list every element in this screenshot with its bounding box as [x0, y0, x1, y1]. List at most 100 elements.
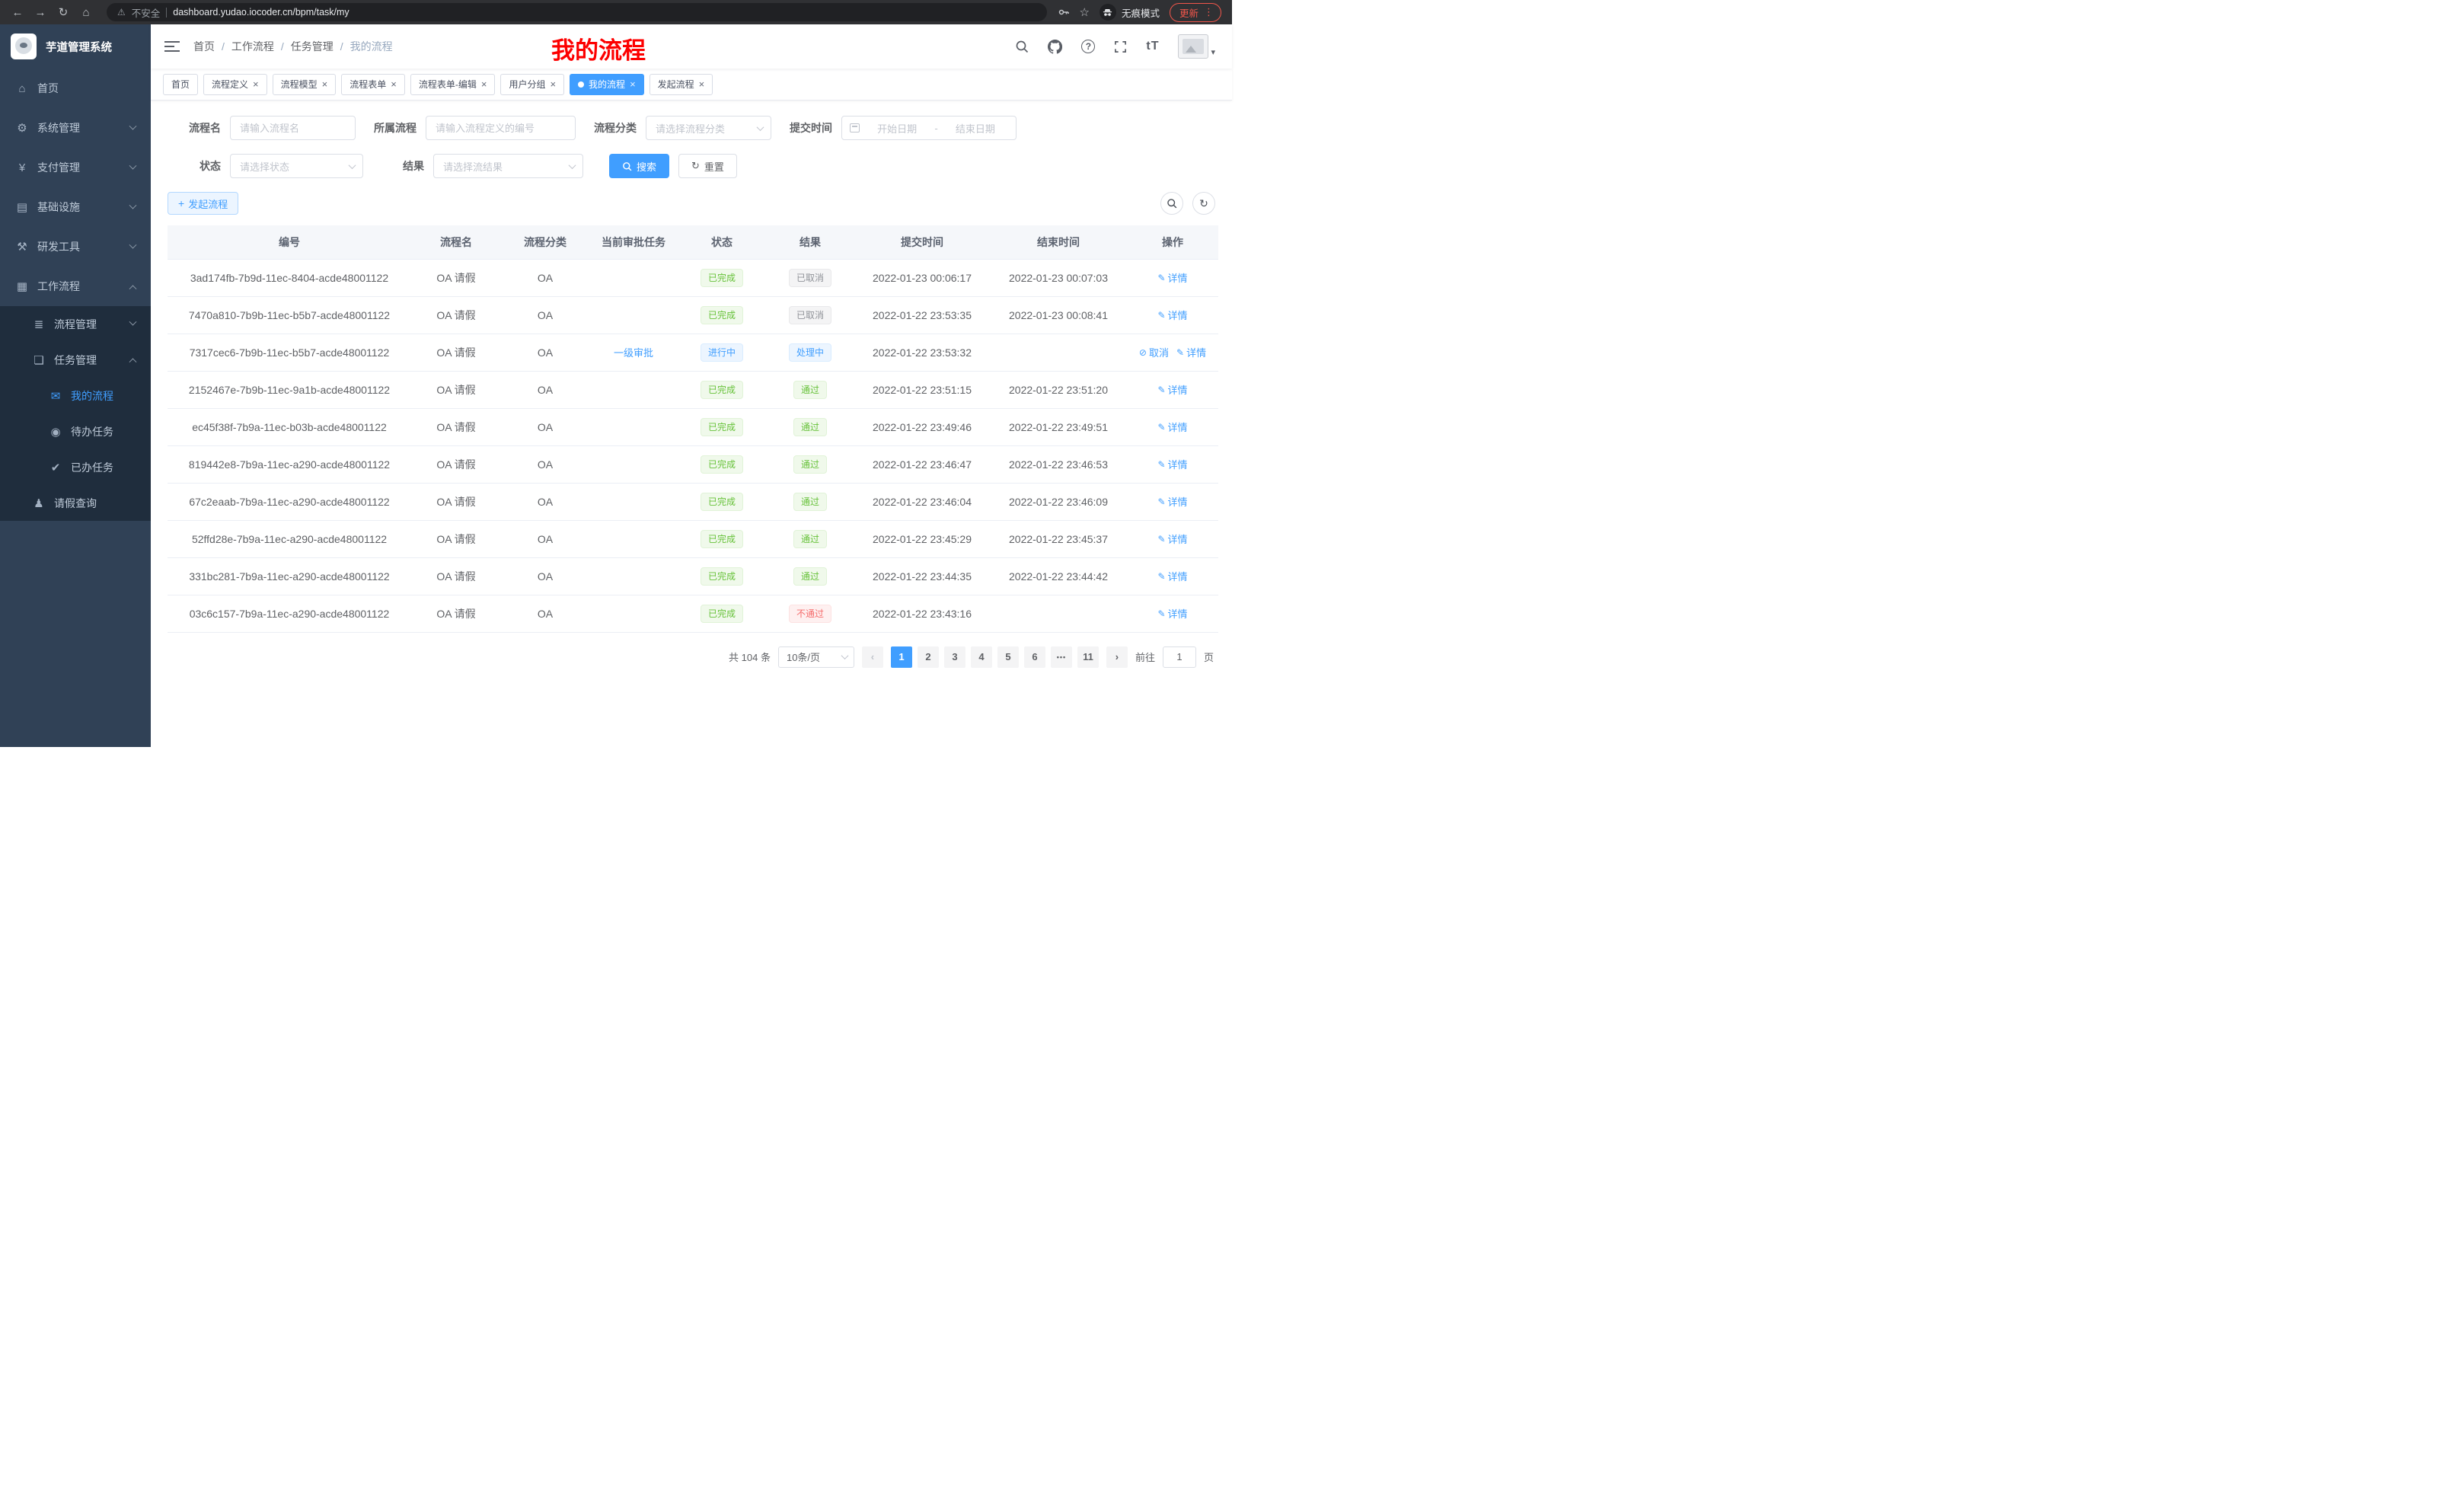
status-select[interactable]: 请选择状态 — [230, 154, 363, 178]
sidebar-item-my-process[interactable]: ✉我的流程 — [0, 378, 151, 413]
sidebar-item-todo-task[interactable]: ◉待办任务 — [0, 413, 151, 449]
sidebar-item-label: 系统管理 — [37, 120, 80, 136]
search-button[interactable]: 搜索 — [609, 154, 669, 178]
security-label[interactable]: 不安全 — [132, 5, 161, 20]
cell-status: 已完成 — [678, 259, 766, 296]
page-button-11[interactable]: 11 — [1077, 646, 1099, 668]
detail-link[interactable]: ✎详情 — [1157, 494, 1187, 509]
sidebar-item-dev-tools[interactable]: ⚒研发工具 — [0, 227, 151, 267]
cell-actions: ✎详情 — [1127, 445, 1218, 483]
sidebar-item-workflow[interactable]: ▦工作流程 — [0, 267, 151, 306]
result-select[interactable]: 请选择流结果 — [433, 154, 583, 178]
edit-icon: ✎ — [1157, 385, 1165, 395]
github-icon[interactable] — [1048, 40, 1062, 54]
detail-link[interactable]: ✎详情 — [1157, 382, 1187, 397]
cell-category: OA — [501, 595, 589, 632]
menu-dots-icon[interactable]: ⋮ — [1204, 6, 1214, 18]
tab-close-icon[interactable]: × — [550, 79, 556, 89]
create-process-button[interactable]: + 发起流程 — [168, 192, 238, 215]
cell-id: 03c6c157-7b9a-11ec-a290-acde48001122 — [168, 595, 411, 632]
edit-icon: ✎ — [1157, 273, 1165, 283]
prev-page-button[interactable]: ‹ — [862, 646, 883, 668]
detail-link[interactable]: ✎详情 — [1157, 606, 1187, 621]
breadcrumb-item[interactable]: 首页 — [193, 39, 215, 54]
cell-id: 2152467e-7b9b-11ec-9a1b-acde48001122 — [168, 371, 411, 408]
sidebar-item-home[interactable]: ⌂首页 — [0, 69, 151, 108]
font-size-icon[interactable]: tT — [1146, 40, 1159, 53]
page-button-4[interactable]: 4 — [971, 646, 992, 668]
tab-close-icon[interactable]: × — [253, 79, 259, 89]
more-pages-button[interactable]: ••• — [1051, 646, 1072, 668]
tab-close-icon[interactable]: × — [322, 79, 328, 89]
page-button-3[interactable]: 3 — [944, 646, 965, 668]
detail-link[interactable]: ✎详情 — [1157, 457, 1187, 471]
sidebar-item-infrastructure[interactable]: ▤基础设施 — [0, 187, 151, 227]
process-name-input[interactable] — [230, 116, 356, 140]
date-range-picker[interactable]: 开始日期 - 结束日期 — [841, 116, 1017, 140]
tab-process-model[interactable]: 流程模型× — [273, 74, 337, 95]
cancel-link[interactable]: ⊘取消 — [1139, 345, 1169, 359]
refresh-table-button[interactable]: ↻ — [1192, 192, 1215, 215]
sidebar-item-leave-query[interactable]: ♟请假查询 — [0, 485, 151, 521]
detail-link[interactable]: ✎详情 — [1157, 532, 1187, 546]
page-button-1[interactable]: 1 — [891, 646, 912, 668]
status-tag: 已完成 — [701, 418, 743, 436]
help-icon[interactable]: ? — [1081, 40, 1095, 53]
reload-icon[interactable]: ↻ — [53, 5, 73, 19]
sidebar-item-payment-manage[interactable]: ¥支付管理 — [0, 148, 151, 187]
page-button-6[interactable]: 6 — [1024, 646, 1045, 668]
key-icon[interactable] — [1058, 6, 1070, 18]
search-icon[interactable] — [1015, 40, 1029, 53]
page-size-select[interactable]: 10条/页 — [778, 646, 854, 668]
table-tools: ↻ — [1160, 192, 1215, 215]
url-text[interactable]: dashboard.yudao.iocoder.cn/bpm/task/my — [173, 7, 349, 18]
breadcrumb-item[interactable]: 工作流程 — [231, 39, 274, 54]
sidebar-item-done-task[interactable]: ✔已办任务 — [0, 449, 151, 485]
chevron-down-icon — [757, 123, 764, 131]
cell-actions: ✎详情 — [1127, 483, 1218, 520]
tab-process-form-edit[interactable]: 流程表单-编辑× — [410, 74, 496, 95]
cell-process-name: OA 请假 — [411, 483, 501, 520]
sidebar-item-label: 请假查询 — [54, 496, 97, 511]
tab-close-icon[interactable]: × — [699, 79, 705, 89]
back-icon[interactable]: ← — [8, 6, 27, 19]
tab-process-form[interactable]: 流程表单× — [341, 74, 405, 95]
tab-home[interactable]: 首页 — [163, 74, 198, 95]
tab-my-process[interactable]: 我的流程× — [570, 74, 644, 95]
home-icon[interactable]: ⌂ — [76, 6, 96, 19]
sidebar-item-system-manage[interactable]: ⚙系统管理 — [0, 108, 151, 148]
bookmark-star-icon[interactable]: ☆ — [1080, 5, 1090, 19]
tab-process-definition[interactable]: 流程定义× — [203, 74, 267, 95]
tab-close-icon[interactable]: × — [481, 79, 487, 89]
update-button[interactable]: 更新 ⋮ — [1170, 3, 1221, 22]
hamburger-icon[interactable] — [164, 40, 180, 53]
detail-link[interactable]: ✎详情 — [1176, 345, 1206, 359]
tab-close-icon[interactable]: × — [630, 79, 636, 89]
detail-link[interactable]: ✎详情 — [1157, 569, 1187, 583]
detail-link[interactable]: ✎详情 — [1157, 420, 1187, 434]
end-date-placeholder: 结束日期 — [943, 121, 1008, 136]
page-button-2[interactable]: 2 — [918, 646, 939, 668]
tab-close-icon[interactable]: × — [391, 79, 397, 89]
page-button-5[interactable]: 5 — [997, 646, 1019, 668]
user-avatar[interactable]: ▾ — [1178, 34, 1215, 59]
breadcrumb-item[interactable]: 任务管理 — [291, 39, 334, 54]
parent-process-input[interactable] — [426, 116, 576, 140]
forward-icon[interactable]: → — [30, 6, 50, 19]
approval-task-link[interactable]: 一级审批 — [614, 345, 653, 359]
detail-link[interactable]: ✎详情 — [1157, 270, 1187, 285]
cell-submit-time: 2022-01-22 23:53:35 — [854, 296, 990, 334]
url-bar[interactable]: ⚠ 不安全 dashboard.yudao.iocoder.cn/bpm/tas… — [107, 3, 1047, 21]
sidebar-item-process-manage[interactable]: ≣流程管理 — [0, 306, 151, 342]
goto-page-input[interactable] — [1163, 646, 1196, 668]
tab-start-process[interactable]: 发起流程× — [650, 74, 713, 95]
toggle-search-button[interactable] — [1160, 192, 1183, 215]
tab-user-group[interactable]: 用户分组× — [500, 74, 564, 95]
sidebar-item-task-manage[interactable]: ❏任务管理 — [0, 342, 151, 378]
next-page-button[interactable]: › — [1106, 646, 1128, 668]
reset-button[interactable]: ↻ 重置 — [678, 154, 737, 178]
logo-avatar — [11, 34, 37, 59]
fullscreen-icon[interactable] — [1114, 40, 1127, 53]
category-select[interactable]: 请选择流程分类 — [646, 116, 771, 140]
detail-link[interactable]: ✎详情 — [1157, 308, 1187, 322]
